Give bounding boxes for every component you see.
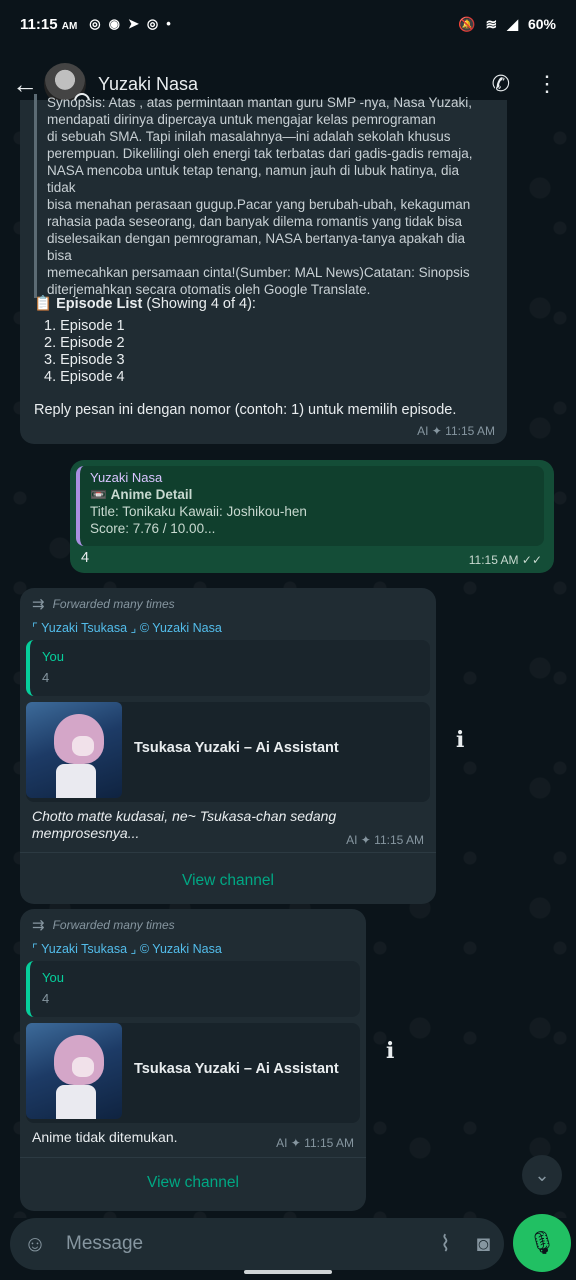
list-item: 4. Episode 4	[44, 369, 125, 385]
more-options-icon[interactable]: ⋮	[536, 71, 558, 97]
microphone-icon: 🎙	[528, 1230, 556, 1255]
channel-card[interactable]: Tsukasa Yuzaki – Ai Assistant	[26, 702, 430, 802]
list-item: 1. Episode 1	[44, 318, 125, 334]
message-text: 4	[81, 550, 90, 566]
scroll-down-chevron-icon[interactable]: ⌄	[522, 1155, 562, 1195]
channel-thumbnail	[26, 702, 122, 798]
outgoing-message[interactable]: Yuzaki Nasa 📼 Anime Detail Title: Tonika…	[70, 460, 554, 573]
episode-list-count: (Showing 4 of 4):	[146, 296, 256, 312]
channel-source[interactable]: ⌜ Yuzaki Tsukasa ⌟ © Yuzaki Nasa	[32, 941, 222, 958]
quoted-message[interactable]: You 4	[26, 640, 430, 696]
synopsis-line: di sebuah SMA. Tapi inilah masalahnya—in…	[47, 129, 451, 144]
telegram-icon: ➤	[127, 16, 139, 31]
discord-icon: ◉	[108, 16, 120, 31]
synopsis-line: mendapati dirinya dipercaya untuk mengaj…	[47, 112, 436, 127]
incoming-message-anime-detail[interactable]: Synopsis: Atas , atas permintaan mantan …	[20, 94, 507, 444]
message-composer: ☺ ⌇ ◙	[10, 1218, 504, 1270]
synopsis-line: perempuan. Dikelilingi oleh energi tak t…	[47, 146, 473, 161]
videocassette-icon: 📼	[90, 487, 107, 502]
channel-thumbnail	[26, 1023, 122, 1119]
camera-icon[interactable]: ◙	[477, 1231, 490, 1257]
quote-author: Yuzaki Nasa	[90, 470, 163, 485]
whatsapp-icon: ◎	[146, 16, 159, 31]
home-indicator	[244, 1270, 332, 1274]
dot-icon: •	[166, 16, 171, 31]
synopsis-line: Synopsis: Atas , atas permintaan mantan …	[47, 95, 472, 110]
channel-title: Tsukasa Yuzaki – Ai Assistant	[134, 740, 339, 756]
read-ticks-icon: ✓✓	[521, 553, 542, 567]
microphone-button[interactable]: 🎙	[513, 1214, 571, 1272]
synopsis-block: Synopsis: Atas , atas permintaan mantan …	[34, 94, 484, 298]
status-bar: 11:15 AM ◎ ◉ ➤ ◎ • 🔕 ≋ ◢ 60%	[0, 0, 576, 48]
list-item: 2. Episode 2	[44, 335, 125, 351]
info-icon[interactable]: i	[386, 1040, 394, 1062]
channel-card[interactable]: Tsukasa Yuzaki – Ai Assistant	[26, 1023, 360, 1123]
forwarded-label: ⇉ Forwarded many times	[32, 596, 175, 613]
episode-list-title: Episode List	[56, 296, 143, 312]
forward-arrow-icon: ⇉	[32, 596, 45, 613]
channel-source[interactable]: ⌜ Yuzaki Tsukasa ⌟ © Yuzaki Nasa	[32, 620, 222, 637]
view-channel-button[interactable]: View channel	[20, 1174, 366, 1191]
message-meta: AI ✦ 11:15 AM	[346, 833, 424, 847]
message-meta: AI ✦ 11:15 AM	[276, 1136, 354, 1150]
reply-instruction: Reply pesan ini dengan nomor (contoh: 1)…	[34, 402, 457, 418]
synopsis-line: NASA mencoba untuk tetap tenang, namun j…	[47, 163, 460, 195]
signal-icon: ◢	[507, 15, 518, 32]
quoted-message[interactable]: You 4	[26, 961, 360, 1017]
quoted-message[interactable]: Yuzaki Nasa 📼 Anime Detail Title: Tonika…	[76, 466, 544, 546]
contact-name[interactable]: Yuzaki Nasa	[98, 74, 198, 95]
quote-line: Title: Tonikaku Kawaii: Joshikou-hen	[90, 504, 307, 519]
channel-title: Tsukasa Yuzaki – Ai Assistant	[134, 1061, 339, 1077]
divider	[20, 852, 436, 853]
synopsis-line: memecahkan persamaan cinta!(Sumber: MAL …	[47, 265, 470, 280]
list-item: 3. Episode 3	[44, 352, 125, 368]
episode-list: 1. Episode 1 2. Episode 2 3. Episode 3 4…	[44, 318, 125, 386]
forwarded-message[interactable]: ⇉ Forwarded many times ⌜ Yuzaki Tsukasa ⌟…	[20, 909, 394, 1211]
clipboard-icon: 📋	[34, 296, 53, 312]
message-meta: 11:15 AM ✓✓	[468, 553, 542, 567]
episode-list-heading: 📋 Episode List (Showing 4 of 4):	[34, 296, 256, 313]
message-meta: AI ✦ 11:15 AM	[417, 424, 495, 438]
status-right: 🔕 ≋ ◢ 60%	[458, 16, 556, 33]
quote-author: You	[42, 970, 64, 985]
attach-paperclip-icon[interactable]: ⌇	[440, 1231, 451, 1257]
forward-arrow-icon: ⇉	[32, 917, 45, 934]
quote-value: 4	[42, 670, 50, 685]
quote-title: 📼 Anime Detail	[90, 487, 193, 502]
notification-icons: ◎ ◉ ➤ ◎ •	[89, 16, 171, 32]
synopsis-line: rahasia pada seseorang, dan banyak dilem…	[47, 214, 463, 229]
sticker-icon[interactable]: ☺	[20, 1231, 50, 1257]
quote-line: Score: 7.76 / 10.00...	[90, 521, 216, 536]
synopsis-line: diselesaikan dengan pemrograman, NASA be…	[47, 231, 466, 263]
wifi-icon: ≋	[485, 15, 498, 32]
forwarded-message[interactable]: ⇉ Forwarded many times ⌜ Yuzaki Tsukasa ⌟…	[20, 588, 464, 904]
message-caption: Anime tidak ditemukan.	[32, 1129, 178, 1145]
view-channel-button[interactable]: View channel	[20, 872, 436, 889]
battery-percent: 60%	[527, 16, 556, 32]
synopsis-line: bisa menahan perasaan gugup.Pacar yang b…	[47, 197, 471, 212]
quote-author: You	[42, 649, 64, 664]
whatsapp-icon: ◎	[89, 16, 101, 31]
divider	[20, 1157, 366, 1158]
forwarded-label: ⇉ Forwarded many times	[32, 917, 175, 934]
status-time: 11:15 AM	[20, 15, 78, 33]
add-call-icon[interactable]: ✆	[492, 71, 510, 97]
info-icon[interactable]: i	[456, 729, 464, 751]
message-input[interactable]	[66, 1233, 440, 1255]
mute-icon: 🔕	[458, 15, 476, 32]
quote-value: 4	[42, 991, 50, 1006]
